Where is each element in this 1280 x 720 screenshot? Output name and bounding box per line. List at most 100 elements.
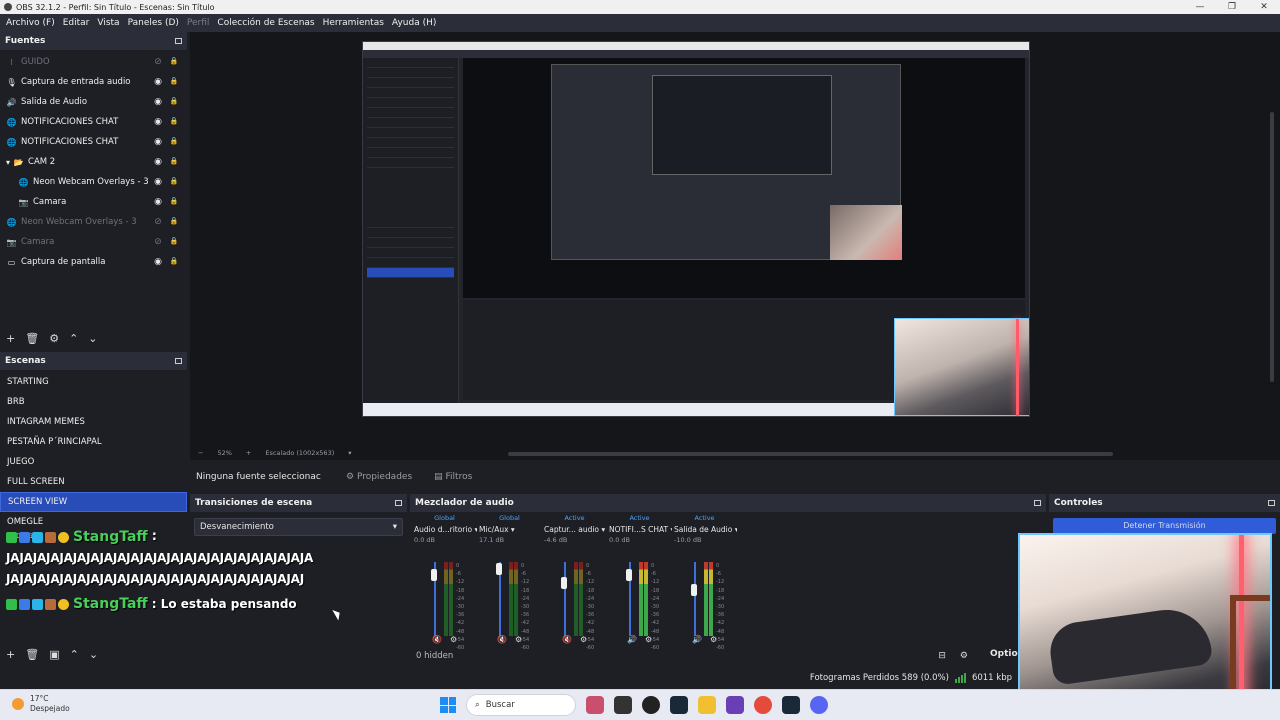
layout-icon[interactable]: ⊟ [938, 651, 946, 661]
zoom-out-icon[interactable]: − [198, 449, 203, 457]
channel-name[interactable]: NOTIFI...S CHAT ▾ [607, 524, 672, 536]
lock-icon[interactable]: 🔒 [169, 257, 179, 267]
menu-perfil[interactable]: Perfil [183, 18, 214, 28]
lock-icon[interactable]: 🔒 [169, 97, 179, 107]
preview-canvas[interactable] [362, 41, 1030, 417]
eye-icon[interactable]: ◉ [153, 177, 163, 187]
source-item[interactable]: ⅼ GUIDO ⊘ 🔒 [0, 52, 187, 72]
volume-fader[interactable] [564, 562, 566, 636]
scene-item[interactable]: JUEGO [0, 452, 187, 472]
weather-widget[interactable]: 17°C Despejado [12, 694, 70, 714]
scene-item[interactable]: FULL SCREEN [0, 472, 187, 492]
app-icon[interactable] [726, 696, 744, 714]
preview-vertical-scrollbar[interactable] [1270, 112, 1274, 382]
volume-knob[interactable] [626, 569, 632, 582]
channel-settings-icon[interactable]: ⚙ [580, 635, 587, 644]
taskbar-search[interactable]: ⌕ Buscar [466, 694, 576, 716]
scene-item[interactable]: STARTING [0, 372, 187, 392]
preview-horizontal-scrollbar[interactable] [508, 452, 1113, 456]
eye-icon[interactable]: ◉ [153, 257, 163, 267]
source-settings-icon[interactable]: ⚙ [49, 332, 59, 345]
menu-editar[interactable]: Editar [59, 18, 94, 28]
eye-off-icon[interactable]: ⊘ [153, 217, 163, 227]
folder-icon[interactable] [698, 696, 716, 714]
properties-button[interactable]: ⚙ Propiedades [340, 469, 418, 485]
eye-off-icon[interactable]: ⊘ [153, 237, 163, 247]
source-item[interactable]: 🌐 Neon Webcam Overlays - 3 ⊘ 🔒 [0, 212, 187, 232]
speaker-icon[interactable]: 🔊 [627, 635, 637, 644]
add-source-icon[interactable]: + [6, 332, 15, 345]
menu-herramientas[interactable]: Herramientas [319, 18, 388, 28]
eye-icon[interactable]: ◉ [153, 117, 163, 127]
steam-icon[interactable] [782, 696, 800, 714]
menu-paneles[interactable]: Paneles (D) [124, 18, 183, 28]
eye-icon[interactable]: ◉ [153, 97, 163, 107]
remove-source-icon[interactable]: 🗑 [25, 332, 39, 345]
lock-icon[interactable]: 🔒 [169, 57, 179, 67]
eye-off-icon[interactable]: ⊘ [153, 57, 163, 67]
close-button[interactable]: ✕ [1248, 0, 1280, 14]
source-item[interactable]: 📷 Camara ◉ 🔒 [0, 192, 187, 212]
move-up-icon[interactable]: ⌃ [69, 332, 78, 345]
volume-knob[interactable] [691, 584, 697, 597]
lock-icon[interactable]: 🔒 [169, 157, 179, 167]
channel-name[interactable]: Salida de Audio ▾ [672, 524, 737, 536]
scene-item[interactable]: INTAGRAM MEMES [0, 412, 187, 432]
lock-icon[interactable]: 🔒 [169, 137, 179, 147]
zoom-in-icon[interactable]: + [246, 449, 251, 457]
muted-speaker-icon[interactable]: 🔇 [432, 635, 442, 644]
scene-item[interactable]: BRB [0, 392, 187, 412]
undock-icon[interactable] [175, 38, 182, 44]
channel-settings-icon[interactable]: ⚙ [515, 635, 522, 644]
source-item[interactable]: ▾ 📂 CAM 2 ◉ 🔒 [0, 152, 187, 172]
move-down-icon[interactable]: ⌄ [88, 332, 97, 345]
app-icon[interactable] [586, 696, 604, 714]
obs-app-icon[interactable] [642, 696, 660, 714]
scene-item[interactable]: PESTAÑA P´RINCIAPAL [0, 432, 187, 452]
channel-settings-icon[interactable]: ⚙ [645, 635, 652, 644]
lock-icon[interactable]: 🔒 [169, 237, 179, 247]
stop-streaming-button[interactable]: Detener Transmisión [1053, 518, 1276, 534]
lock-icon[interactable]: 🔒 [169, 77, 179, 87]
windows-start-icon[interactable] [440, 697, 456, 713]
source-item[interactable]: ▭ Captura de pantalla ◉ 🔒 [0, 252, 187, 272]
undock-icon[interactable] [1034, 500, 1041, 506]
remove-scene-icon[interactable]: 🗑 [25, 648, 39, 661]
menu-ayuda[interactable]: Ayuda (H) [388, 18, 440, 28]
move-down-icon[interactable]: ⌄ [89, 648, 98, 661]
menu-archivo[interactable]: Archivo (F) [2, 18, 59, 28]
preview-area[interactable]: − 52% + Escalado (1002x563) ▾ [190, 32, 1280, 460]
channel-name[interactable]: Captur... audio ▾ [542, 524, 607, 536]
source-item[interactable]: 🌐 NOTIFICACIONES CHAT ◉ 🔒 [0, 112, 187, 132]
steam-icon[interactable] [670, 696, 688, 714]
channel-settings-icon[interactable]: ⚙ [710, 635, 717, 644]
eye-icon[interactable]: ◉ [153, 197, 163, 207]
speaker-icon[interactable]: 🔊 [692, 635, 702, 644]
undock-icon[interactable] [1268, 500, 1275, 506]
lock-icon[interactable]: 🔒 [169, 177, 179, 187]
lock-icon[interactable]: 🔒 [169, 217, 179, 227]
undock-icon[interactable] [395, 500, 402, 506]
muted-speaker-icon[interactable]: 🔇 [562, 635, 572, 644]
eye-icon[interactable]: ◉ [153, 77, 163, 87]
eye-icon[interactable]: ◉ [153, 157, 163, 167]
source-item[interactable]: 🎙 Captura de entrada audio ◉ 🔒 [0, 72, 187, 92]
muted-speaker-icon[interactable]: 🔇 [497, 635, 507, 644]
menu-vista[interactable]: Vista [93, 18, 123, 28]
file-icon[interactable] [614, 696, 632, 714]
scene-filters-icon[interactable]: ▣ [49, 648, 59, 661]
maximize-button[interactable]: ❐ [1216, 0, 1248, 14]
source-item[interactable]: 🔊 Salida de Audio ◉ 🔒 [0, 92, 187, 112]
minimize-button[interactable]: — [1184, 0, 1216, 14]
channel-settings-icon[interactable]: ⚙ [450, 635, 457, 644]
move-up-icon[interactable]: ⌃ [70, 648, 79, 661]
menu-coleccion-escenas[interactable]: Colección de Escenas [213, 18, 318, 28]
eye-icon[interactable]: ◉ [153, 137, 163, 147]
source-item[interactable]: 🌐 Neon Webcam Overlays - 3 ◉ 🔒 [0, 172, 187, 192]
source-item[interactable]: 🌐 NOTIFICACIONES CHAT ◉ 🔒 [0, 132, 187, 152]
scale-mode[interactable]: Escalado (1002x563) [265, 449, 334, 457]
lock-icon[interactable]: 🔒 [169, 197, 179, 207]
filters-button[interactable]: ▤ Filtros [428, 469, 478, 485]
scale-dropdown-icon[interactable]: ▾ [348, 449, 351, 457]
volume-fader[interactable] [694, 562, 696, 636]
